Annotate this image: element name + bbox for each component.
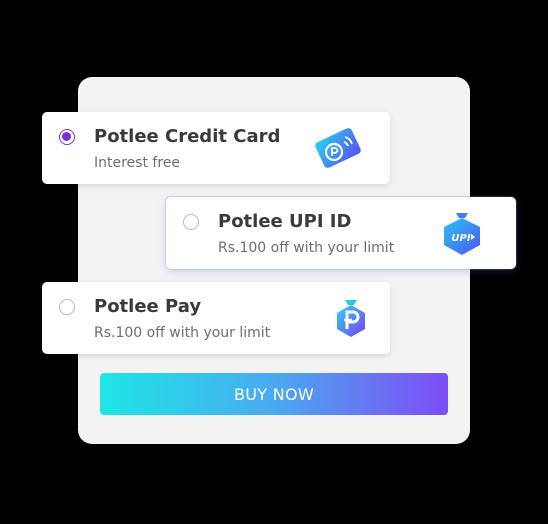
option-subtitle: Rs.100 off with your limit (218, 240, 395, 256)
option-subtitle: Interest free (94, 155, 181, 171)
payment-option-credit-card[interactable]: Potlee Credit Card Interest free (42, 112, 390, 184)
radio-potlee-pay[interactable] (59, 299, 75, 315)
svg-text:UPI: UPI (451, 233, 470, 244)
buy-now-button[interactable]: BUY NOW (100, 373, 448, 415)
radio-upi[interactable] (183, 214, 199, 230)
upi-icon: UPI (444, 213, 480, 255)
radio-credit-card[interactable] (59, 129, 75, 145)
option-title: Potlee Credit Card (94, 126, 281, 147)
potlee-pay-icon (337, 300, 365, 337)
option-title: Potlee Pay (94, 296, 202, 317)
option-title: Potlee UPI ID (218, 211, 352, 232)
option-subtitle: Rs.100 off with your limit (94, 325, 271, 341)
payment-option-potlee-pay[interactable]: Potlee Pay Rs.100 off with your limit (42, 282, 390, 354)
payment-option-upi[interactable]: Potlee UPI ID Rs.100 off with your limit… (166, 197, 516, 269)
credit-card-icon (315, 128, 361, 168)
